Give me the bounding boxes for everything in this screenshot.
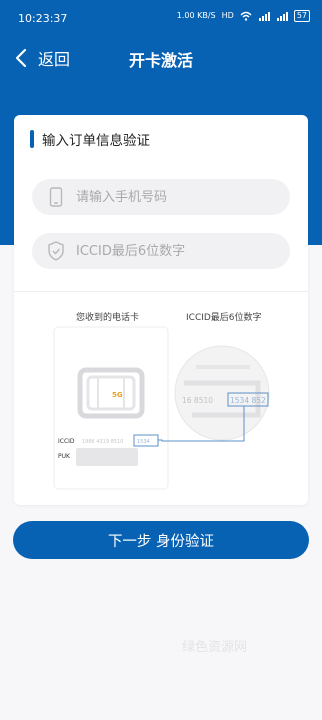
next-step-button[interactable]: 下一步 身份验证 — [13, 521, 309, 559]
iccid-digits: 1986 4319 8510 — [82, 439, 123, 445]
net-speed: 1.00 KB/S — [176, 11, 216, 20]
sim-5g-badge: 5G — [112, 391, 123, 399]
signal-icon — [258, 12, 270, 21]
status-time: 10:23:37 — [18, 12, 68, 25]
verify-card: 输入订单信息验证 您收到的电话卡 ICCID最后6位数字 5G ICCID 19… — [14, 115, 308, 505]
sim-illustration: 5G ICCID 1986 4319 8510 1534 PUK 16 8510… — [53, 326, 270, 490]
iccid-label: ICCID — [58, 438, 75, 445]
next-step-label: 下一步 身份验证 — [107, 533, 215, 550]
app-header: 返回 开卡激活 — [0, 38, 322, 78]
status-icons: 1.00 KB/S HD 57 — [177, 10, 310, 22]
status-bar: 10:23:37 1.00 KB/S HD 57 — [0, 0, 322, 38]
battery-icon: 57 — [293, 10, 310, 22]
zoom-digits: 16 8510 — [182, 396, 213, 405]
hd-badge: HD — [221, 11, 234, 20]
watermark: 绿色资源网 — [182, 640, 248, 655]
wifi-icon — [240, 11, 252, 21]
puk-label: PUK — [58, 453, 71, 460]
zoom-last-digits: 1534 852 — [230, 396, 266, 405]
signal-icon-2 — [276, 12, 288, 21]
iccid-last-digits: 1534 — [137, 439, 150, 445]
page-title: 开卡激活 — [128, 51, 193, 70]
